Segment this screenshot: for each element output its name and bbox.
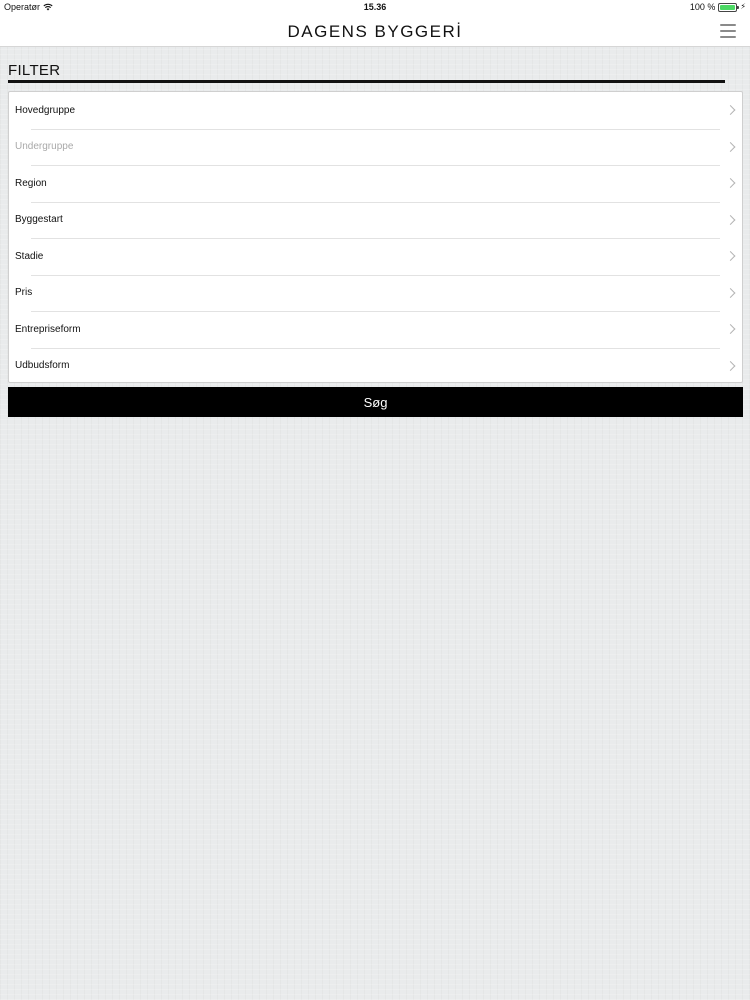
- chevron-right-icon: [725, 178, 736, 189]
- filter-item-label: Region: [15, 177, 47, 189]
- filter-list: Hovedgruppe Undergruppe Region Byggestar…: [8, 91, 743, 383]
- chevron-right-icon: [725, 141, 736, 152]
- filter-item-label: Stadie: [15, 250, 44, 262]
- battery-fill: [720, 4, 736, 10]
- filter-item-label: Entrepriseform: [15, 323, 81, 335]
- chevron-right-icon: [725, 360, 736, 371]
- chevron-right-icon: [725, 214, 736, 225]
- menu-line: [720, 24, 736, 26]
- filter-item-byggestart[interactable]: Byggestart: [9, 201, 742, 239]
- chevron-right-icon: [725, 287, 736, 298]
- filter-item-label: Pris: [15, 287, 33, 299]
- filter-item-label: Byggestart: [15, 214, 63, 226]
- filter-title: FILTER: [8, 62, 61, 79]
- filter-item-entrepriseform[interactable]: Entrepriseform: [9, 311, 742, 348]
- filter-item-label: Hovedgruppe: [15, 104, 76, 116]
- filter-item-pris[interactable]: Pris: [9, 274, 742, 312]
- filter-item-region[interactable]: Region: [9, 165, 742, 202]
- menu-line: [720, 30, 736, 32]
- app-logo: DAGENS BYGGERİ: [287, 22, 463, 41]
- navigation-bar: DAGENS BYGGERİ: [0, 16, 750, 47]
- menu-line: [720, 36, 736, 38]
- filter-item-stadie[interactable]: Stadie: [9, 238, 742, 275]
- battery-percent: 100 %: [689, 2, 716, 12]
- filter-item-udbudsform[interactable]: Udbudsform: [9, 347, 742, 385]
- filter-item-label: Undergruppe: [15, 141, 74, 153]
- status-bar: Operatør 15.36 100 % ⚡: [0, 0, 750, 16]
- battery-icon: [718, 2, 740, 12]
- status-right: 100 % ⚡: [690, 2, 746, 12]
- filter-item-label: Udbudsform: [15, 360, 70, 372]
- chevron-right-icon: [725, 105, 736, 116]
- status-time: 15.36: [363, 2, 387, 12]
- filter-title-underline: [8, 80, 725, 83]
- chevron-right-icon: [725, 251, 736, 262]
- hamburger-menu-icon[interactable]: [720, 24, 736, 38]
- chevron-right-icon: [725, 324, 736, 335]
- filter-item-undergruppe[interactable]: Undergruppe: [9, 128, 742, 166]
- charging-bolt-icon: ⚡: [740, 2, 746, 11]
- search-button[interactable]: Søg: [8, 387, 743, 417]
- filter-item-hovedgruppe[interactable]: Hovedgruppe: [9, 92, 742, 129]
